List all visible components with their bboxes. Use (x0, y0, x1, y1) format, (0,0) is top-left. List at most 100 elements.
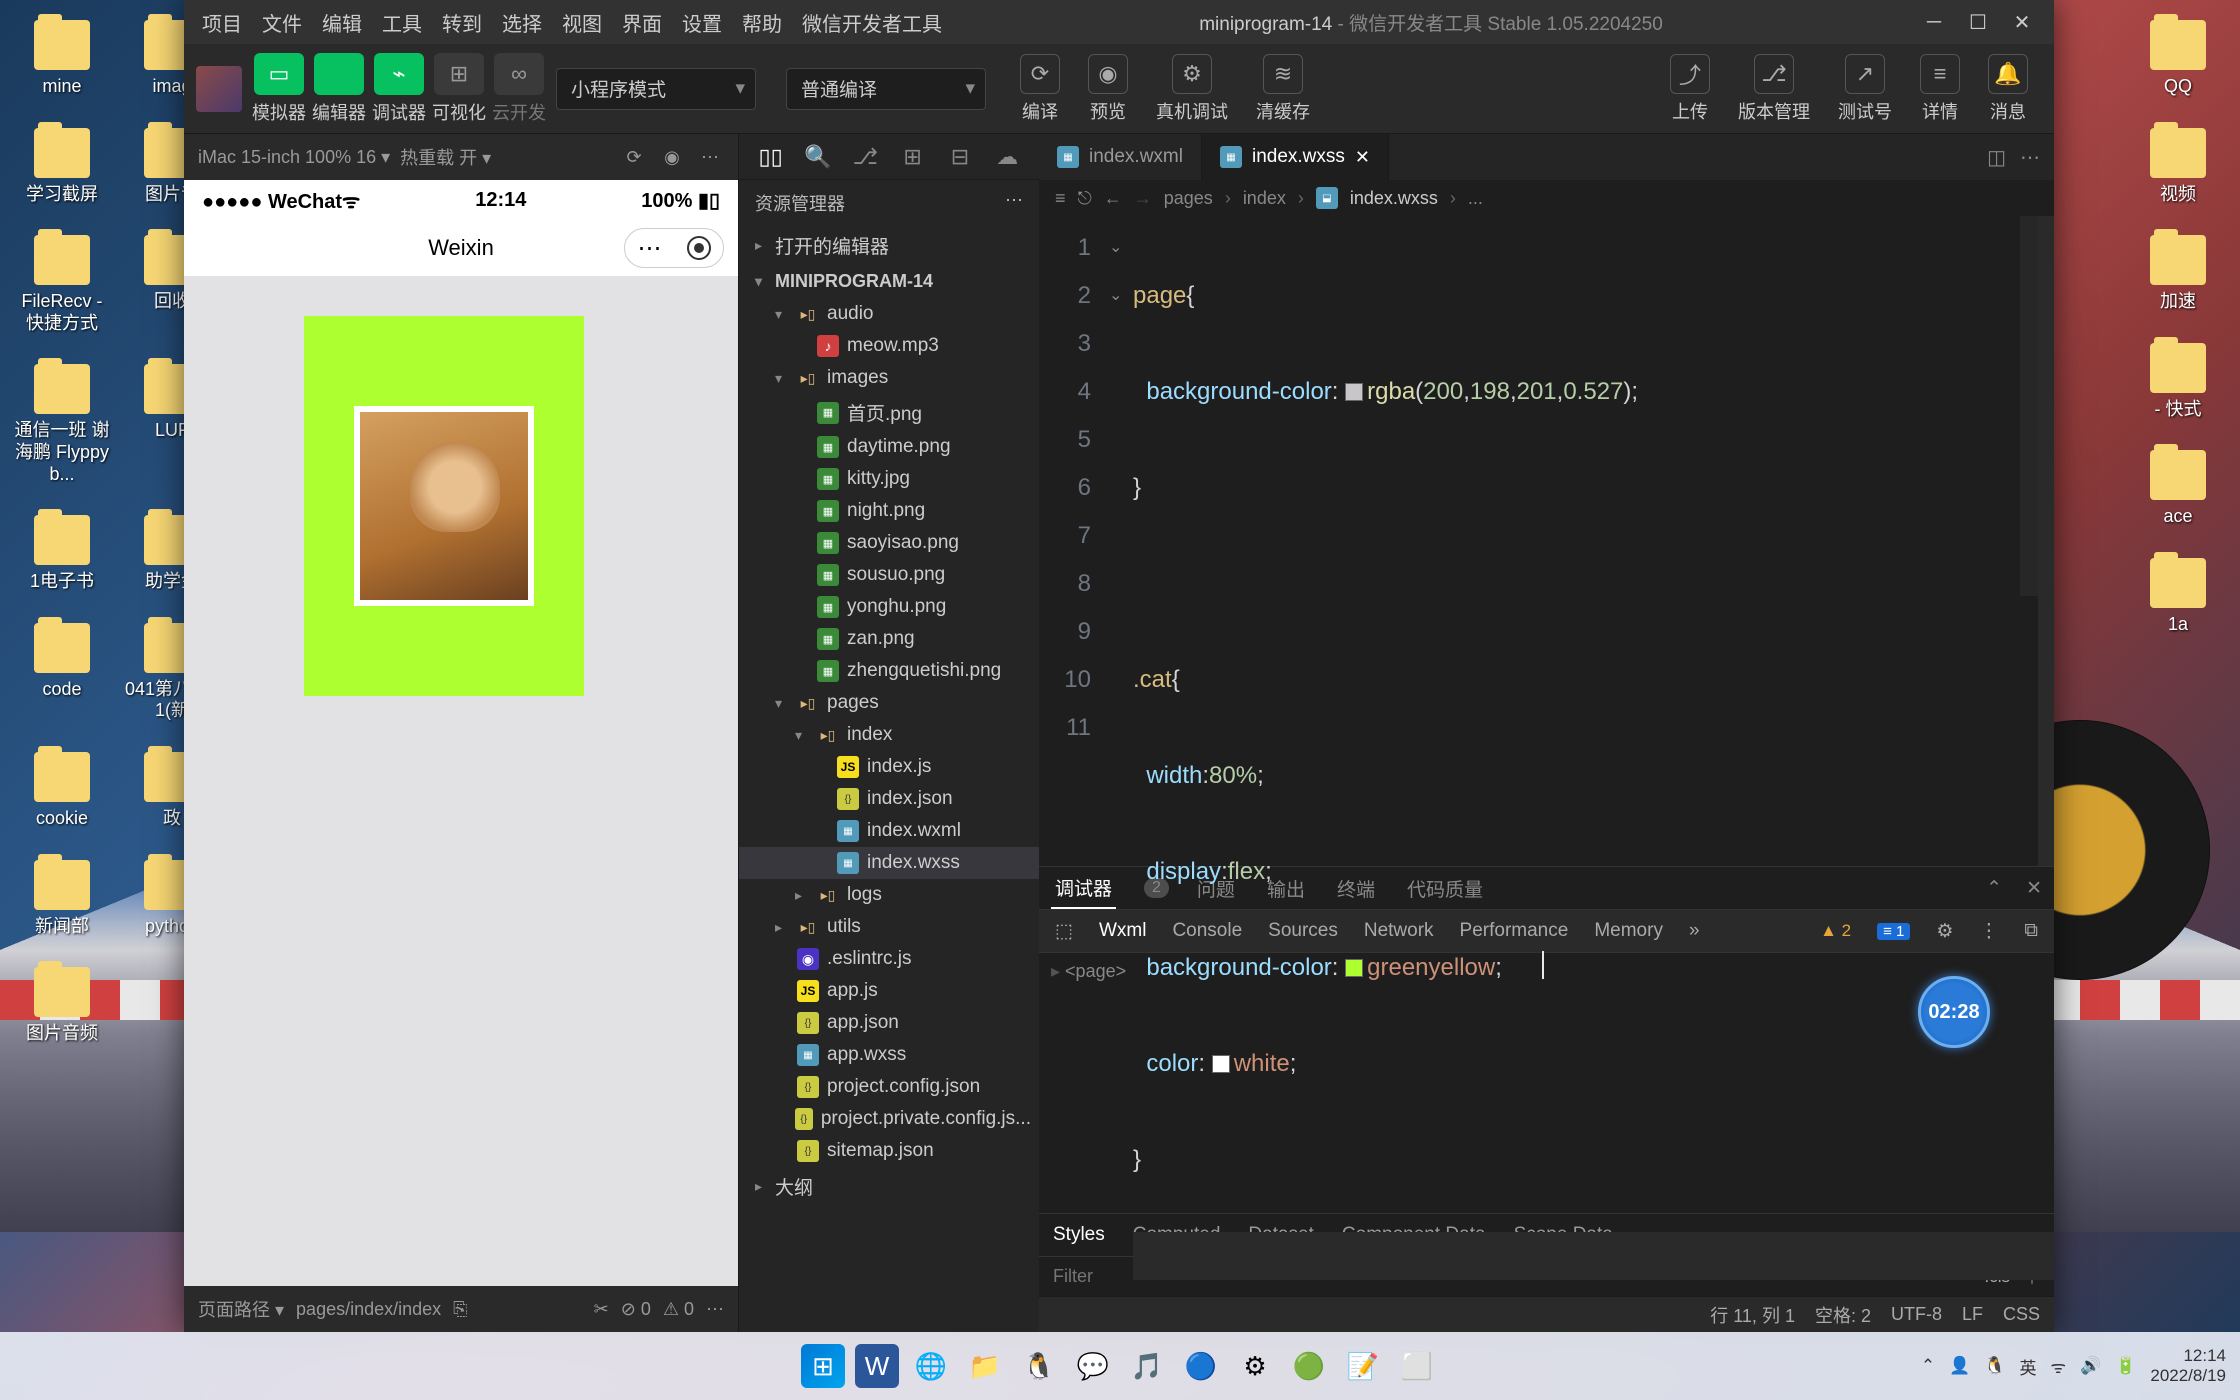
menu-item[interactable]: 工具 (372, 8, 432, 37)
tree-file[interactable]: ▦saoyisao.png (739, 527, 1039, 559)
tool-button[interactable]: ⚙ (1172, 54, 1212, 94)
tree-file[interactable]: ▦zan.png (739, 623, 1039, 655)
desktop-icon[interactable]: 通信一班 谢海鹏 Flyppy b... (12, 364, 112, 485)
desktop-icon[interactable]: 新闻部 (12, 860, 112, 938)
mode-button[interactable]: ⊞ (434, 53, 484, 95)
menu-item[interactable]: 项目 (192, 8, 252, 37)
tree-file[interactable]: ▦index.wxss (739, 847, 1039, 879)
menu-item[interactable]: 界面 (612, 8, 672, 37)
split-icon[interactable]: ◫ (1987, 145, 2006, 170)
desktop-icon[interactable]: ace (2128, 450, 2228, 528)
tree-file[interactable]: {}index.json (739, 783, 1039, 815)
tree-file[interactable]: ▦night.png (739, 495, 1039, 527)
tree-file[interactable]: ▦首页.png (739, 394, 1039, 431)
close-tab-icon[interactable]: ✕ (1355, 147, 1370, 168)
capsule-button[interactable]: ⋯ (624, 228, 724, 268)
open-editors-section[interactable]: ▸打开的编辑器 (739, 226, 1039, 265)
maximize-button[interactable]: ☐ (1966, 10, 1990, 34)
menu-item[interactable]: 设置 (672, 8, 732, 37)
menu-item[interactable]: 帮助 (732, 8, 792, 37)
mode-dropdown[interactable]: 小程序模式 (556, 68, 756, 110)
tool-button[interactable]: ⤴ (1670, 54, 1710, 94)
desktop-icon[interactable]: QQ (2128, 20, 2228, 98)
menu-item[interactable]: 转到 (432, 8, 492, 37)
tree-file[interactable]: JSindex.js (739, 751, 1039, 783)
tree-file[interactable]: ▦index.wxml (739, 815, 1039, 847)
desktop-icon[interactable]: code (12, 623, 112, 722)
tree-file[interactable]: ▦zhengquetishi.png (739, 655, 1039, 687)
desktop-icon[interactable]: 1a (2128, 558, 2228, 636)
cloud-icon[interactable]: ☁ (991, 141, 1023, 173)
desktop-icon[interactable]: 学习截屏 (12, 128, 112, 206)
minimap[interactable] (2020, 216, 2038, 596)
tray-chevron-icon[interactable]: ⌃ (1921, 1356, 1935, 1376)
tree-file[interactable]: ▦kitty.jpg (739, 463, 1039, 495)
tree-folder[interactable]: ▸▸▯utils (739, 911, 1039, 943)
tool-button[interactable]: ⎇ (1754, 54, 1794, 94)
files-icon[interactable]: ▯▯ (755, 141, 787, 173)
tool-button[interactable]: ≡ (1920, 54, 1960, 94)
explorer-more-icon[interactable]: ⋯ (1005, 190, 1023, 216)
battery-icon[interactable]: 🔋 (2115, 1356, 2136, 1376)
mode-button[interactable]: ▭ (254, 53, 304, 95)
list-icon[interactable]: ≡ (1055, 188, 1066, 209)
outline-section[interactable]: ▸大纲 (739, 1167, 1039, 1206)
refresh-icon[interactable]: ⟳ (620, 143, 648, 171)
tree-file[interactable]: ♪meow.mp3 (739, 330, 1039, 362)
tool-button[interactable]: ⟳ (1020, 54, 1060, 94)
wifi-icon[interactable]: ᯤ (2050, 1355, 2066, 1378)
back-icon[interactable]: ← (1104, 188, 1122, 209)
compile-dropdown[interactable]: 普通编译 (786, 68, 986, 110)
wechat-icon[interactable]: 💬 (1071, 1344, 1115, 1388)
mode-button[interactable]: ⌁ (374, 53, 424, 95)
menu-item[interactable]: 微信开发者工具 (792, 8, 952, 37)
tree-folder[interactable]: ▾▸▯pages (739, 687, 1039, 719)
music-icon[interactable]: 🎵 (1125, 1344, 1169, 1388)
close-button[interactable]: ✕ (2010, 10, 2034, 34)
desktop-icon[interactable]: 1电子书 (12, 515, 112, 593)
menu-item[interactable]: 编辑 (312, 8, 372, 37)
desktop-icon[interactable]: cookie (12, 752, 112, 830)
tool-button[interactable]: ≋ (1263, 54, 1303, 94)
tree-folder[interactable]: ▾▸▯index (739, 719, 1039, 751)
app-icon[interactable]: 🔵 (1179, 1344, 1223, 1388)
record-icon[interactable]: ◉ (658, 143, 686, 171)
editor-tab[interactable]: ▦index.wxss✕ (1202, 134, 1389, 180)
explorer-icon[interactable]: 📁 (963, 1344, 1007, 1388)
mode-button[interactable] (314, 53, 364, 95)
tree-file[interactable]: ▦daytime.png (739, 431, 1039, 463)
tree-file[interactable]: ▦sousuo.png (739, 559, 1039, 591)
hotreload-toggle[interactable]: 热重载 开 ▾ (400, 144, 491, 170)
styles-tab[interactable]: Styles (1053, 1224, 1105, 1246)
mode-button[interactable]: ∞ (494, 53, 544, 95)
more-icon[interactable]: ⋯ (2020, 145, 2040, 170)
devtools-icon[interactable]: 🟢 (1287, 1344, 1331, 1388)
notepad-icon[interactable]: 📝 (1341, 1344, 1385, 1388)
desktop-icon[interactable]: FileRecv - 快捷方式 (12, 235, 112, 334)
timer-badge[interactable]: 02:28 (1918, 976, 1990, 1048)
volume-icon[interactable]: 🔊 (2080, 1356, 2101, 1376)
tree-folder[interactable]: ▾▸▯images (739, 362, 1039, 394)
tree-file[interactable]: {}app.json (739, 1007, 1039, 1039)
menu-item[interactable]: 选择 (492, 8, 552, 37)
tree-file[interactable]: {}project.config.json (739, 1071, 1039, 1103)
tree-file[interactable]: JSapp.js (739, 975, 1039, 1007)
menu-item[interactable]: 文件 (252, 8, 312, 37)
ime-lang[interactable]: 英 (2019, 1354, 2036, 1379)
copy-icon[interactable]: ⎘ (453, 1299, 467, 1320)
code-editor[interactable]: 1234567891011 ⌄⌄ page{ background-color:… (1039, 216, 2054, 866)
tree-folder[interactable]: ▾▸▯audio (739, 298, 1039, 330)
bookmark-icon[interactable]: ⎋ (1078, 188, 1092, 209)
tool-button[interactable]: 🔔 (1988, 54, 2028, 94)
tree-file[interactable]: {}sitemap.json (739, 1135, 1039, 1167)
more-icon[interactable]: ⋯ (696, 143, 724, 171)
terminal-icon[interactable]: ⬜ (1395, 1344, 1439, 1388)
tray-user-icon[interactable]: 👤 (1949, 1356, 1970, 1376)
clock[interactable]: 12:14 2022/8/19 (2150, 1346, 2226, 1387)
tool-button[interactable]: ◉ (1088, 54, 1128, 94)
desktop-icon[interactable]: - 快式 (2128, 343, 2228, 421)
device-selector[interactable]: iMac 15-inch 100% 16 ▾ (198, 147, 390, 168)
extensions-icon[interactable]: ⊞ (897, 141, 929, 173)
forward-icon[interactable]: → (1134, 188, 1152, 209)
tray-qq-icon[interactable]: 🐧 (1984, 1356, 2005, 1376)
